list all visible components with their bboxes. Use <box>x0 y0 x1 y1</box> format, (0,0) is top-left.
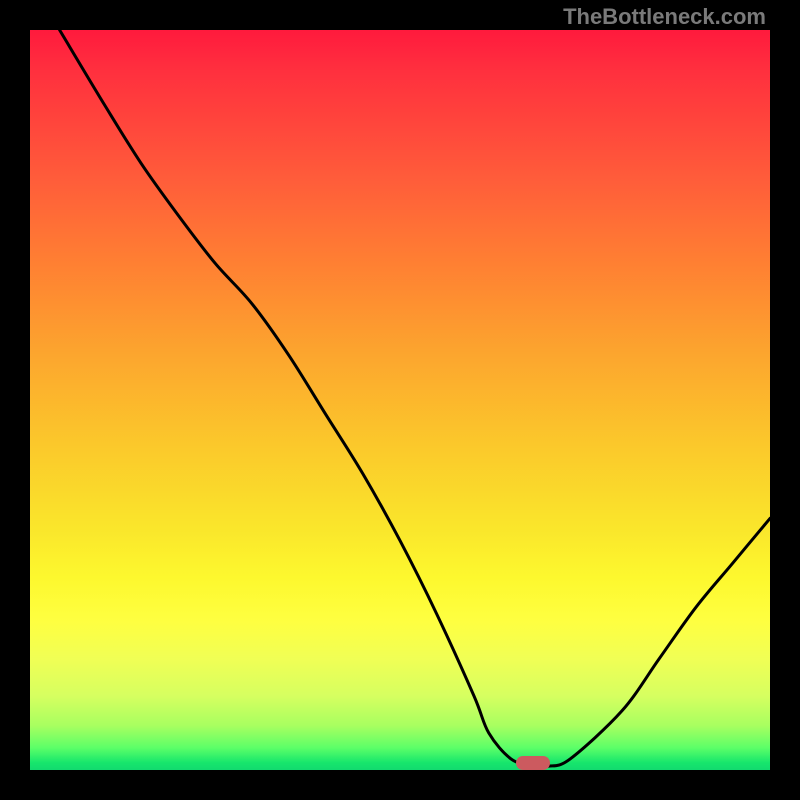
bottleneck-curve <box>30 30 770 770</box>
chart-frame: TheBottleneck.com <box>0 0 800 800</box>
watermark-label: TheBottleneck.com <box>563 4 766 30</box>
plot-area <box>30 30 770 770</box>
optimal-point-marker <box>516 756 550 770</box>
